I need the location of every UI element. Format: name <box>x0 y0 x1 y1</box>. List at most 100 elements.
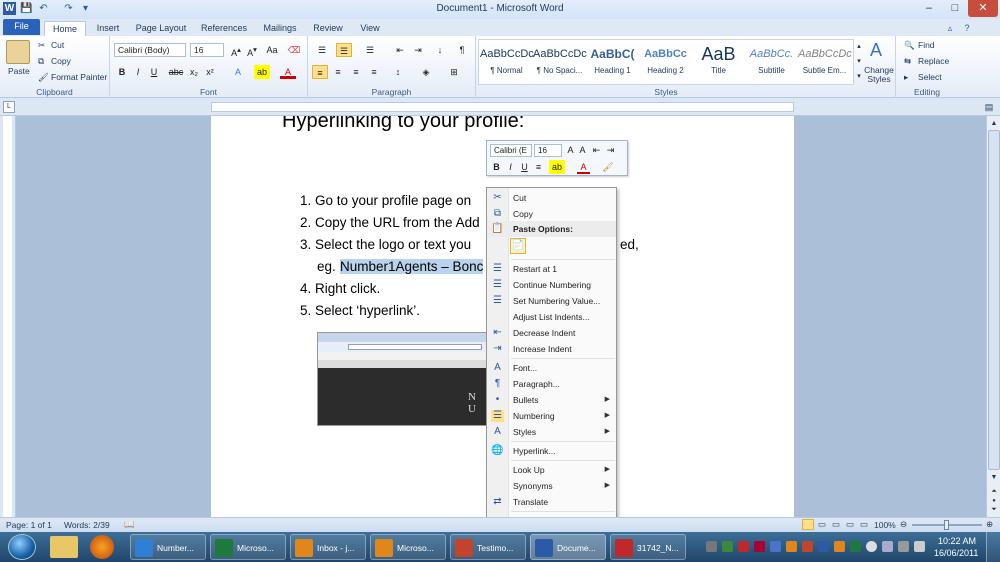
tray-icon[interactable] <box>834 541 845 552</box>
draft-view-icon[interactable]: ▭ <box>860 519 868 530</box>
menu-item-translate[interactable]: ⇄ Translate <box>487 494 616 510</box>
mini-shrink-font-icon[interactable]: A <box>576 143 589 157</box>
mini-format-painter-icon[interactable]: 🖌 <box>601 160 615 174</box>
tab-references[interactable]: References <box>196 21 252 36</box>
scroll-down-icon[interactable]: ▼ <box>988 472 1000 484</box>
italic-icon[interactable]: I <box>130 65 146 79</box>
underline-icon[interactable]: U <box>146 65 162 79</box>
mini-underline-icon[interactable]: U <box>518 160 531 174</box>
browse-object-icon[interactable]: ● <box>988 498 1000 506</box>
tray-icon[interactable] <box>722 541 733 552</box>
mini-decrease-indent-icon[interactable]: ⇤ <box>590 143 603 157</box>
volume-icon[interactable] <box>898 541 909 552</box>
mini-highlight-icon[interactable]: ab <box>549 160 565 174</box>
zoom-out-icon[interactable]: ⊖ <box>900 519 907 530</box>
embedded-screenshot[interactable]: N U <box>317 332 487 426</box>
taskbar-item-outlook[interactable]: Microso... <box>370 534 446 560</box>
shading-icon[interactable]: ◈ <box>418 65 434 79</box>
find-icon[interactable]: 🔍 <box>904 40 915 51</box>
tab-file[interactable]: File <box>3 19 40 35</box>
decrease-indent-icon[interactable]: ⇤ <box>392 43 408 57</box>
keep-text-only-paste-icon[interactable]: 📄 <box>510 238 526 254</box>
tab-home[interactable]: Home <box>44 21 86 36</box>
selected-text[interactable]: Number1Agents – Bonc <box>340 259 484 274</box>
change-styles-icon[interactable]: A <box>870 40 882 61</box>
styles-scroll-up-icon[interactable]: ▴ <box>854 40 864 54</box>
close-button[interactable]: ✕ <box>968 0 998 17</box>
style-heading-1[interactable]: AaBbC(Heading 1 <box>586 42 639 82</box>
tab-view[interactable]: View <box>353 21 387 36</box>
mini-increase-indent-icon[interactable]: ⇥ <box>604 143 617 157</box>
change-case-icon[interactable]: Aa <box>264 43 280 57</box>
taskbar-item-pdf[interactable]: 31742_N... <box>610 534 686 560</box>
mini-center-icon[interactable]: ≡ <box>532 160 545 174</box>
mini-font-color-icon[interactable]: A <box>577 160 590 174</box>
tray-icon[interactable] <box>802 541 813 552</box>
tray-icon[interactable] <box>786 541 797 552</box>
maximize-button[interactable]: □ <box>942 0 968 17</box>
menu-item-font[interactable]: A Font... <box>487 360 616 376</box>
menu-item-hyperlink[interactable]: 🌐 Hyperlink... <box>487 443 616 459</box>
subscript-icon[interactable]: x₂ <box>186 65 202 79</box>
justify-icon[interactable]: ≡ <box>366 65 382 79</box>
tray-icon[interactable] <box>706 541 717 552</box>
borders-icon[interactable]: ⊞ <box>446 65 462 79</box>
menu-item-set-numbering-value[interactable]: ☰ Set Numbering Value... <box>487 293 616 309</box>
taskbar-item-powerpoint[interactable]: Testimo... <box>450 534 526 560</box>
replace-button[interactable]: Replace <box>918 56 949 66</box>
menu-item-restart-at-1[interactable]: ☰ Restart at 1 <box>487 261 616 277</box>
print-layout-view-icon[interactable] <box>802 519 814 530</box>
zoom-in-icon[interactable]: ⊕ <box>986 519 993 530</box>
tray-icon[interactable] <box>818 541 829 552</box>
firefox-pinned-icon[interactable] <box>90 535 114 559</box>
align-right-icon[interactable]: ≡ <box>348 65 364 79</box>
menu-item-numbering[interactable]: ☰ Numbering ▶ <box>487 408 616 424</box>
scroll-up-icon[interactable]: ▲ <box>988 118 1000 130</box>
format-painter-icon[interactable]: 🖌 <box>38 72 49 83</box>
clear-formatting-icon[interactable]: ⌫ <box>286 43 302 57</box>
tray-icon[interactable] <box>754 541 765 552</box>
style-heading-2[interactable]: AaBbCc Heading 2 <box>639 42 692 82</box>
shrink-font-icon[interactable]: A▾ <box>244 43 260 58</box>
view-ruler-icon[interactable]: ▤ <box>983 101 995 113</box>
scroll-thumb[interactable] <box>988 130 1000 470</box>
mini-bold-icon[interactable]: B <box>490 160 503 174</box>
outline-view-icon[interactable]: ▭ <box>846 519 854 530</box>
horizontal-ruler[interactable]: L ▤ <box>0 98 1000 116</box>
paste-button[interactable]: Paste <box>8 66 30 76</box>
menu-item-copy[interactable]: ⧉ Copy <box>487 206 616 222</box>
font-color-icon[interactable]: A <box>280 65 296 79</box>
align-left-icon[interactable]: ≡ <box>312 65 328 79</box>
tab-page-layout[interactable]: Page Layout <box>131 21 191 36</box>
minimize-button[interactable]: – <box>916 0 942 17</box>
highlight-icon[interactable]: ab <box>254 65 270 79</box>
next-page-icon[interactable]: ⏷ <box>988 506 1000 516</box>
start-button[interactable] <box>8 534 36 560</box>
copy-icon[interactable]: ⧉ <box>38 56 44 67</box>
page-count[interactable]: Page: 1 of 1 <box>6 520 52 530</box>
copy-button[interactable]: Copy <box>51 56 71 66</box>
tray-icon[interactable] <box>738 541 749 552</box>
cut-button[interactable]: Cut <box>51 40 64 50</box>
style-title[interactable]: AaB Title <box>692 42 745 82</box>
menu-item-styles[interactable]: A Styles ▶ <box>487 424 616 440</box>
show-desktop-button[interactable] <box>986 532 1000 562</box>
flag-icon[interactable] <box>914 541 925 552</box>
replace-icon[interactable]: ⇆ <box>904 56 911 67</box>
sort-icon[interactable]: ↓ <box>432 43 448 57</box>
tray-icon[interactable] <box>866 541 877 552</box>
taskbar-item-excel[interactable]: Microso... <box>210 534 286 560</box>
multilevel-list-icon[interactable]: ☰ <box>362 43 378 57</box>
zoom-level[interactable]: 100% <box>874 520 896 530</box>
menu-item-bullets[interactable]: • Bullets ▶ <box>487 392 616 408</box>
increase-indent-icon[interactable]: ⇥ <box>410 43 426 57</box>
clock-time[interactable]: 10:22 AM <box>938 536 976 546</box>
font-name-combo[interactable]: Calibri (Body) <box>114 43 186 57</box>
menu-item-synonyms[interactable]: Synonyms ▶ <box>487 478 616 494</box>
tab-selector-icon[interactable]: L <box>3 101 15 113</box>
word-count[interactable]: Words: 2/39 <box>64 520 110 530</box>
tab-review[interactable]: Review <box>308 21 348 36</box>
show-formatting-icon[interactable]: ¶ <box>454 43 470 57</box>
menu-item-look-up[interactable]: Look Up ▶ <box>487 462 616 478</box>
change-styles-button[interactable]: Change Styles <box>864 66 894 84</box>
